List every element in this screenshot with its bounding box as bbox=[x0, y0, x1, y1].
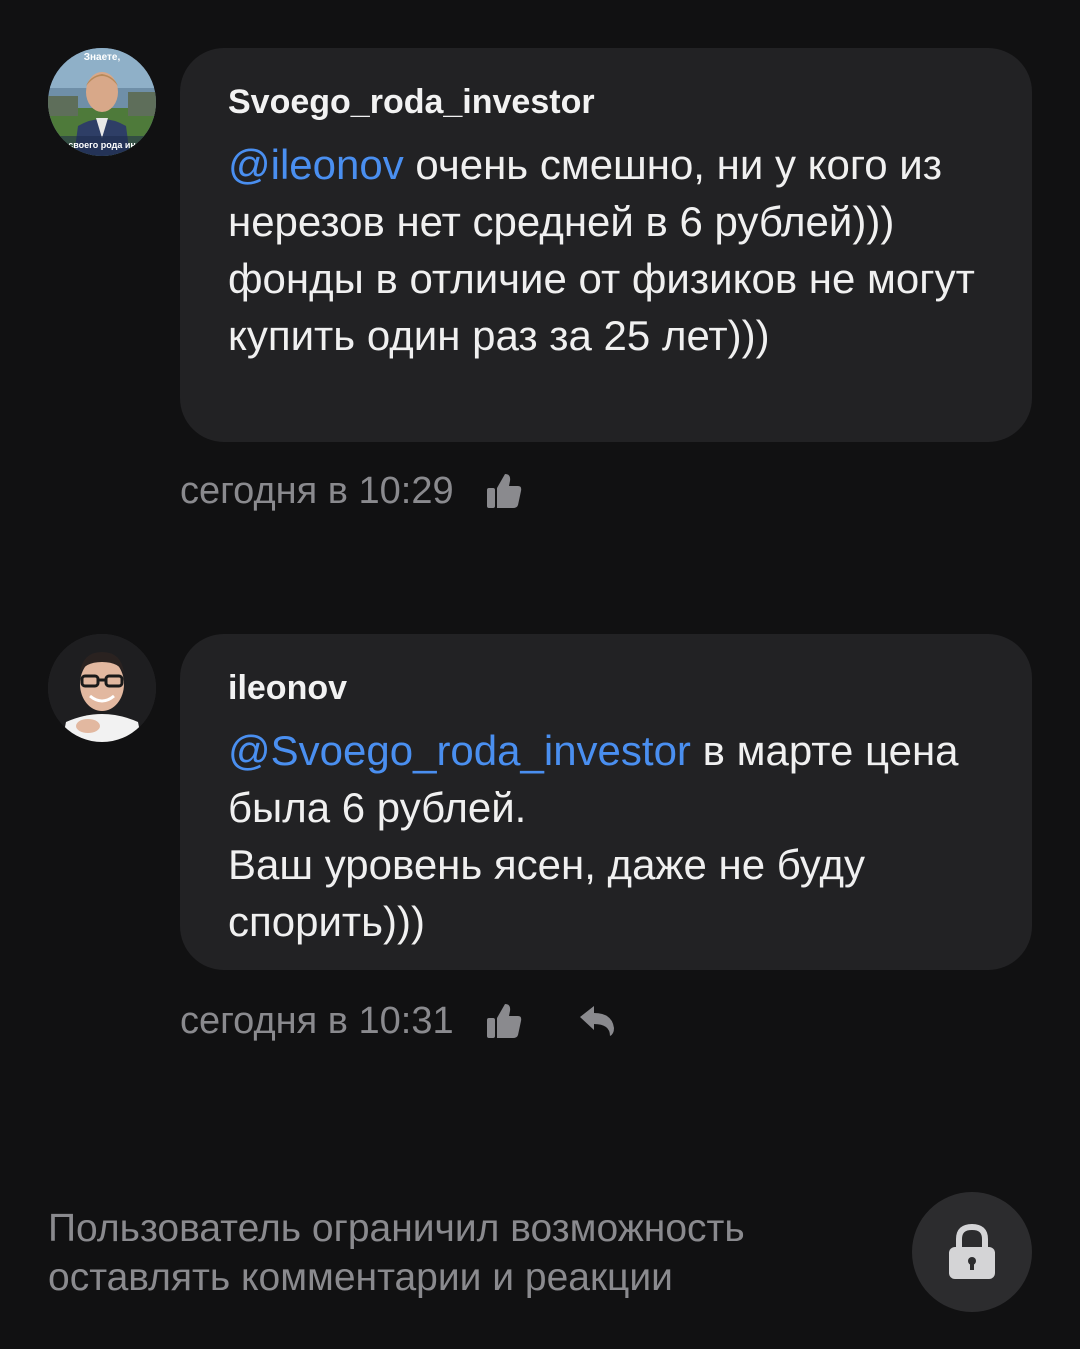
comment-text: @ileonov очень смешно, ни у кого из нере… bbox=[228, 136, 984, 364]
lock-icon bbox=[949, 1223, 995, 1279]
avatar[interactable]: Знаете, своего рода ин bbox=[48, 48, 156, 156]
like-button[interactable] bbox=[484, 1001, 524, 1041]
comment-author[interactable]: Svoego_roda_investor bbox=[228, 82, 984, 122]
comment-text: @Svoego_roda_investor в марте цена была … bbox=[228, 722, 984, 950]
comment-timestamp: сегодня в 10:29 bbox=[180, 470, 454, 512]
reply-icon bbox=[579, 1006, 614, 1036]
mention-link[interactable]: @ileonov bbox=[228, 141, 404, 188]
avatar-caption-bottom: своего рода ин bbox=[68, 140, 136, 150]
comments-page: Знаете, своего рода ин Svoego_roda_inves… bbox=[0, 0, 1080, 1349]
like-icon bbox=[486, 1004, 521, 1038]
comment-timestamp: сегодня в 10:31 bbox=[180, 1000, 454, 1042]
comment-meta: сегодня в 10:31 bbox=[180, 996, 620, 1046]
avatar-photo-icon: Знаете, своего рода ин bbox=[48, 48, 156, 156]
like-icon bbox=[486, 474, 521, 508]
lock-button[interactable] bbox=[912, 1192, 1032, 1312]
mention-link[interactable]: @Svoego_roda_investor bbox=[228, 727, 691, 774]
comments-restriction-notice: Пользователь ограничил возможность остав… bbox=[48, 1207, 745, 1299]
avatar-photo-icon bbox=[48, 634, 156, 742]
avatar[interactable] bbox=[48, 634, 156, 742]
comment-author[interactable]: ileonov bbox=[228, 668, 984, 708]
comment-meta: сегодня в 10:29 bbox=[180, 466, 524, 516]
avatar-caption-top: Знаете, bbox=[84, 52, 121, 63]
reply-button[interactable] bbox=[576, 1001, 620, 1041]
comment-bubble: ileonov @Svoego_roda_investor в марте це… bbox=[180, 634, 1032, 970]
like-button[interactable] bbox=[484, 471, 524, 511]
comment-bubble: Svoego_roda_investor @ileonov очень смеш… bbox=[180, 48, 1032, 442]
